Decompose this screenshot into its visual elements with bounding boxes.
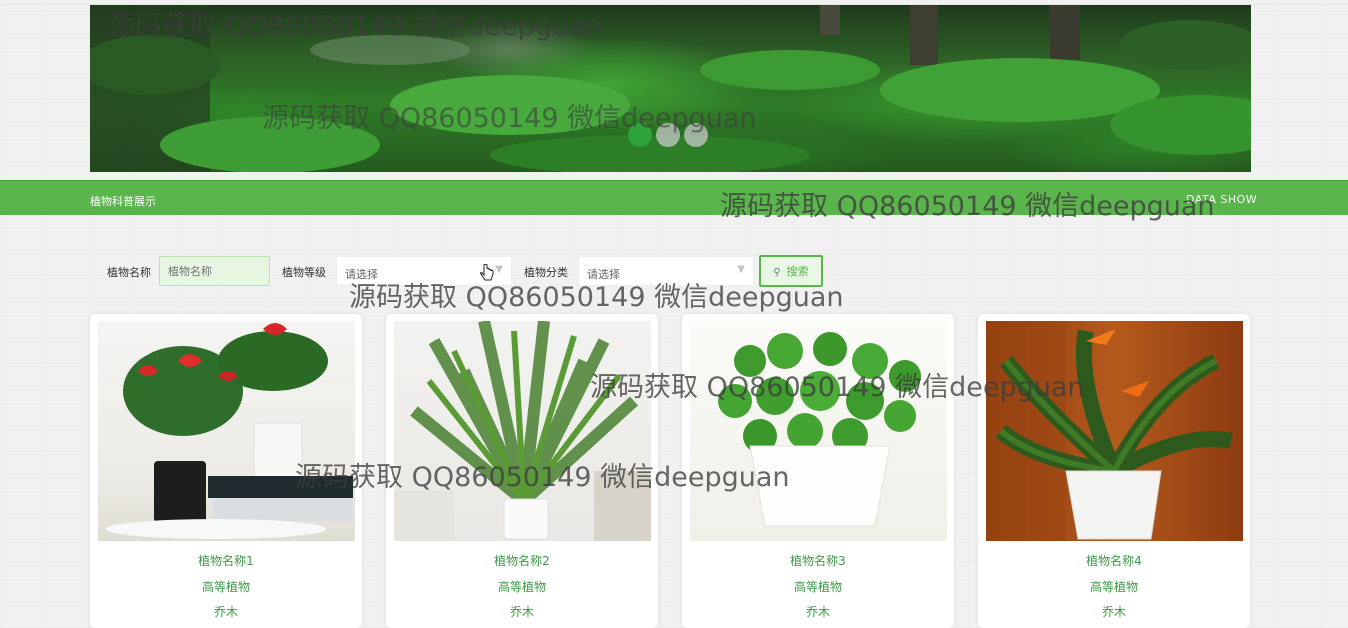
plant-category-label: 植物分类: [524, 266, 568, 279]
section-bar: 植物科普展示 DATA SHOW: [0, 180, 1348, 215]
plant-name-input[interactable]: [159, 256, 270, 286]
plant-card[interactable]: 植物名称2 高等植物 乔木: [386, 314, 658, 628]
search-button-label: 搜索: [786, 265, 809, 278]
plant-image-palm: [394, 321, 651, 541]
plant-category: 乔木: [213, 605, 238, 619]
plant-name[interactable]: 植物名称1: [90, 552, 362, 569]
search-icon: ⚲: [773, 267, 781, 278]
plant-category: 乔木: [509, 605, 534, 619]
plant-category-select[interactable]: 请选择 ▼: [578, 256, 754, 286]
data-show-label: DATA SHOW: [1186, 193, 1258, 206]
chevron-down-icon: ▼: [737, 264, 745, 275]
carousel-dot-3[interactable]: [684, 123, 708, 147]
section-title: 植物科普展示: [90, 195, 156, 208]
hero-carousel[interactable]: [90, 5, 1251, 172]
plant-image-bird-of-paradise: [986, 321, 1243, 541]
carousel-dot-1[interactable]: [628, 123, 652, 147]
plant-name[interactable]: 植物名称4: [978, 552, 1250, 569]
carousel-dot-2[interactable]: [656, 123, 680, 147]
plant-card[interactable]: 植物名称4 高等植物 乔木: [978, 314, 1250, 628]
plant-category-value: 请选择: [587, 268, 620, 281]
plant-category: 乔木: [805, 605, 830, 619]
plant-card[interactable]: 植物名称1 高等植物 乔木: [90, 314, 362, 628]
plant-level: 高等植物: [1089, 580, 1138, 594]
carousel-indicators: [628, 123, 708, 147]
search-form: 植物名称 植物等级 请选择 ▼ 植物分类 请选择 ▼ ⚲ 搜索: [0, 255, 1348, 289]
search-button[interactable]: ⚲ 搜索: [759, 255, 823, 287]
plant-name[interactable]: 植物名称2: [386, 552, 658, 569]
plant-level-value: 请选择: [345, 268, 378, 281]
chevron-down-icon: ▼: [495, 264, 503, 275]
plant-card[interactable]: 植物名称3 高等植物 乔木: [682, 314, 954, 628]
plant-level-label: 植物等级: [282, 266, 326, 279]
plant-level: 高等植物: [793, 580, 842, 594]
plant-name-label: 植物名称: [107, 266, 151, 279]
plant-image-pennywort: [690, 321, 947, 541]
plant-category: 乔木: [1101, 605, 1126, 619]
plant-name[interactable]: 植物名称3: [682, 552, 954, 569]
hand-cursor-icon: [480, 264, 494, 281]
plant-level: 高等植物: [497, 580, 546, 594]
plant-image-anthurium: [98, 321, 355, 541]
plant-level: 高等植物: [201, 580, 250, 594]
